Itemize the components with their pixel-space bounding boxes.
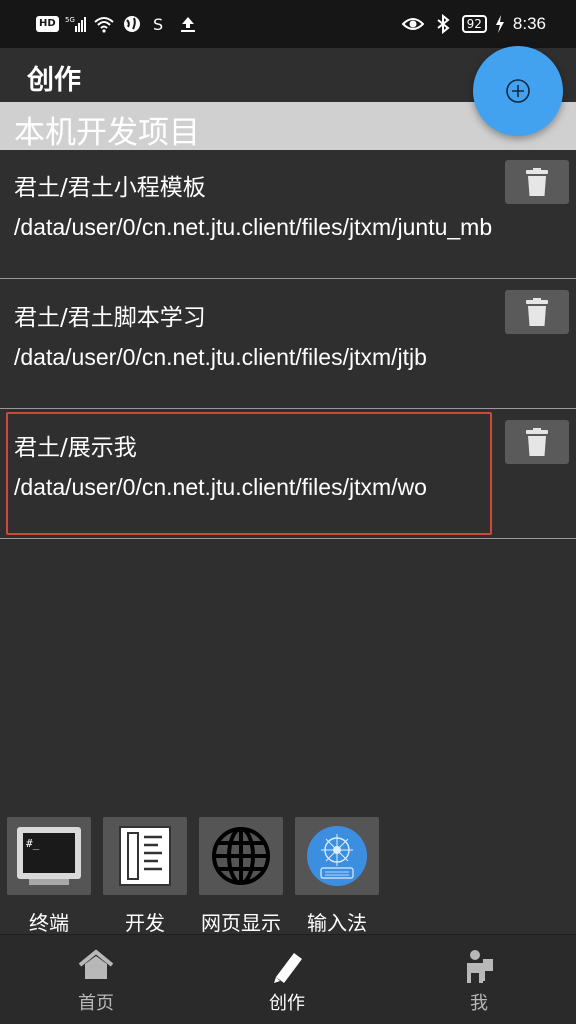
project-name: 君土/君土小程模板 xyxy=(14,175,206,201)
document-icon xyxy=(119,826,171,886)
delete-button[interactable] xyxy=(505,420,569,464)
upload-icon xyxy=(180,17,195,32)
keyboard-icon xyxy=(307,826,367,886)
status-bar: HD 5G S 92 8:36 xyxy=(0,0,576,48)
nav-me[interactable]: 我 xyxy=(419,935,539,1024)
delete-button[interactable] xyxy=(505,290,569,334)
project-path: /data/user/0/cn.net.jtu.client/files/jtx… xyxy=(14,474,427,500)
section-title: 本机开发项目 xyxy=(14,115,200,151)
tool-input-method[interactable] xyxy=(295,817,379,895)
svg-text:5G: 5G xyxy=(65,16,75,24)
project-name: 君土/君土脚本学习 xyxy=(14,305,206,331)
nav-label: 首页 xyxy=(78,993,114,1014)
svg-text:#_: #_ xyxy=(26,837,40,850)
user-icon xyxy=(467,950,493,983)
screen: HD 5G S 92 8:36 创作 本机开发项目 君土/君土小程模板 /dat… xyxy=(0,0,576,1024)
add-circle-icon xyxy=(506,79,530,103)
page-title: 创作 xyxy=(27,65,81,96)
trash-icon xyxy=(526,428,548,456)
globe-icon xyxy=(212,827,270,885)
battery-indicator: 92 xyxy=(461,15,487,33)
nav-home[interactable]: 首页 xyxy=(36,935,156,1024)
wifi-icon xyxy=(94,17,114,33)
tool-develop[interactable] xyxy=(103,817,187,895)
nav-create[interactable]: 创作 xyxy=(227,935,347,1024)
tool-label: 开发 xyxy=(125,911,165,935)
dollar-icon: S xyxy=(153,15,163,34)
tool-label: 终端 xyxy=(29,911,69,935)
trash-icon xyxy=(526,298,548,326)
nav-label: 我 xyxy=(470,993,488,1014)
status-right: 92 8:36 xyxy=(401,14,546,34)
project-name: 君土/展示我 xyxy=(14,435,137,461)
status-time: 8:36 xyxy=(512,14,546,33)
terminal-icon: #_ xyxy=(17,827,81,885)
tool-terminal[interactable]: #_ xyxy=(7,817,91,895)
tool-label: 输入法 xyxy=(307,911,367,935)
project-path: /data/user/0/cn.net.jtu.client/files/jtx… xyxy=(14,344,427,370)
signal-icon: 5G xyxy=(65,16,86,32)
charging-icon xyxy=(495,15,504,33)
project-item[interactable]: 君土/君土小程模板 /data/user/0/cn.net.jtu.client… xyxy=(0,150,576,279)
home-icon xyxy=(78,949,114,979)
project-item[interactable]: 君土/展示我 /data/user/0/cn.net.jtu.client/fi… xyxy=(0,410,576,539)
tool-webview[interactable] xyxy=(199,817,283,895)
tool-label: 网页显示 xyxy=(201,911,281,935)
project-item[interactable]: 君土/君土脚本学习 /data/user/0/cn.net.jtu.client… xyxy=(0,280,576,409)
globe-status-icon xyxy=(123,16,140,32)
delete-button[interactable] xyxy=(505,160,569,204)
pencil-icon xyxy=(274,953,302,983)
eye-icon xyxy=(401,18,424,30)
add-project-button[interactable] xyxy=(473,46,563,136)
trash-icon xyxy=(526,168,548,196)
status-left: HD 5G S xyxy=(36,14,199,34)
nav-label: 创作 xyxy=(269,993,305,1014)
hd-badge: HD xyxy=(36,16,59,32)
bottom-nav: 首页 创作 我 xyxy=(0,934,576,1024)
bluetooth-icon xyxy=(437,14,450,34)
svg-text:S: S xyxy=(153,15,163,34)
project-path: /data/user/0/cn.net.jtu.client/files/jtx… xyxy=(14,214,493,240)
